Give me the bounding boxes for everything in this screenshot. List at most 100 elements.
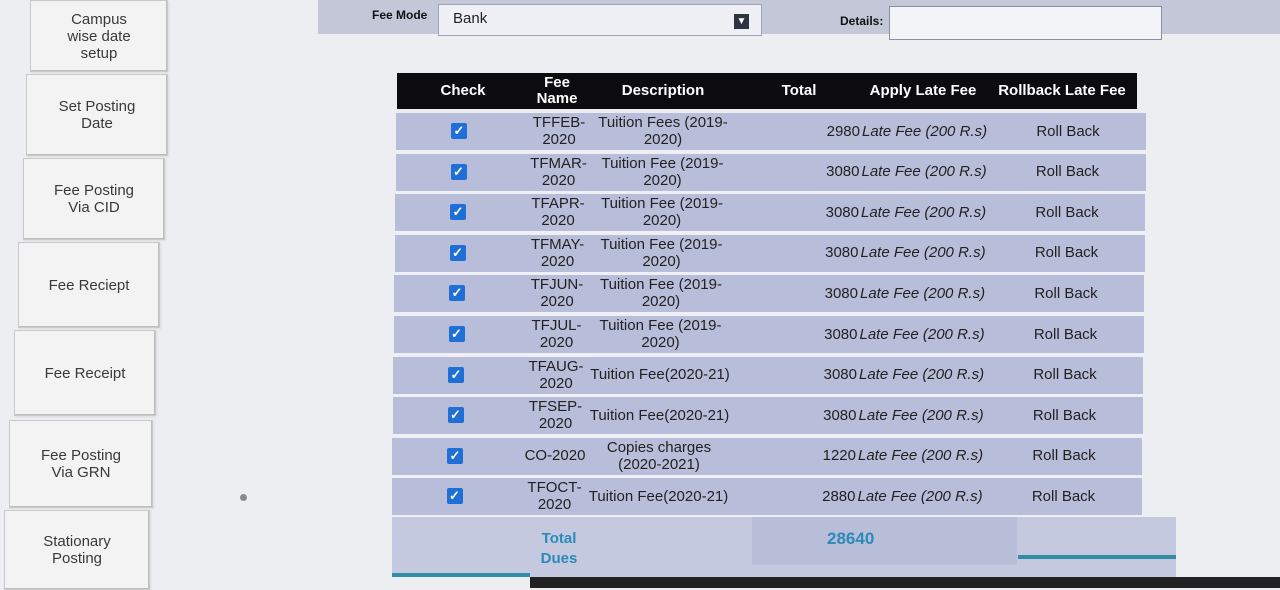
check-icon[interactable]: ✓ [450, 163, 467, 180]
header-apply-late-fee: Apply Late Fee [869, 82, 977, 99]
total-dues-row: Total Dues 28640 [392, 517, 1176, 577]
apply-late-fee-link[interactable]: Late Fee (200 R.s) [860, 316, 1000, 352]
apply-late-fee-link[interactable]: Late Fee (200 R.s) [861, 235, 1001, 271]
check-cell: ✓ [444, 438, 466, 474]
fee-name-cell: CO-2020 [524, 447, 586, 465]
apply-late-fee-link[interactable]: Late Fee (200 R.s) [858, 438, 998, 474]
sidebar-item-fee-posting-via-grn[interactable]: Fee Posting Via GRN [9, 420, 153, 508]
rollback-link[interactable]: Roll Back [1007, 235, 1127, 271]
check-icon[interactable]: ✓ [448, 326, 465, 342]
header-check: Check [440, 82, 486, 99]
check-cell: ✓ [447, 235, 469, 271]
apply-late-fee-link[interactable]: Late Fee (200 R.s) [862, 113, 1002, 149]
check-cell: ✓ [448, 113, 470, 149]
total-cell: 3080 [826, 163, 860, 181]
rollback-link[interactable]: Roll Back [1004, 438, 1124, 474]
check-icon[interactable]: ✓ [450, 204, 466, 221]
check-cell: ✓ [448, 154, 470, 190]
check-icon[interactable]: ✓ [449, 285, 465, 302]
description-cell: Tuition Fee(2020-21) [589, 406, 730, 424]
table-row: ✓ TFJUN-2020 Tuition Fee (2019-2020) 3080 La… [394, 275, 1144, 316]
check-icon[interactable]: ✓ [448, 366, 464, 383]
check-icon[interactable]: ✓ [446, 488, 463, 505]
sidebar-item-stationary-posting[interactable]: Stationary Posting [4, 510, 150, 590]
fee-name-cell: TFAUG-2020 [528, 357, 584, 392]
table-row: ✓ TFMAY-2020 Tuition Fee (2019-2020) 3080 La… [394, 234, 1145, 275]
apply-late-fee-link[interactable]: Late Fee (200 R.s) [858, 478, 998, 514]
header-description: Description [621, 82, 705, 99]
total-cell-bg [752, 517, 1017, 565]
rollback-link[interactable]: Roll Back [1006, 275, 1126, 311]
decorative-dot [240, 494, 247, 501]
sidebar-item-campus-wise-date-setup[interactable]: Campus wise date setup [30, 0, 168, 72]
description-cell: Tuition Fee (2019-2020) [600, 235, 723, 270]
total-cell: 3080 [825, 203, 859, 221]
fee-name-cell: TFFEB-2020 [532, 114, 586, 148]
rollback-link[interactable]: Roll Back [1005, 397, 1125, 433]
total-cell: 3080 [823, 406, 857, 424]
description-cell: Tuition Fee (2019-2020) [599, 317, 722, 351]
rollback-link[interactable]: Roll Back [1006, 316, 1126, 352]
total-cell: 3080 [824, 325, 858, 343]
description-cell: Copies charges (2020-2021) [606, 438, 712, 473]
details-input[interactable] [889, 6, 1162, 40]
total-cell: 3080 [825, 244, 859, 262]
apply-late-fee-link[interactable]: Late Fee (200 R.s) [860, 275, 1000, 311]
sidebar-item-fee-posting-via-cid[interactable]: Fee Posting Via CID [23, 158, 165, 240]
sidebar-item-label: Fee Posting Via GRN [40, 447, 122, 481]
total-cell: 1220 [822, 447, 856, 465]
table-row: ✓ TFJUL-2020 Tuition Fee (2019-2020) 3080 La… [393, 316, 1144, 356]
divider [392, 573, 530, 577]
rollback-link[interactable]: Roll Back [1008, 154, 1128, 190]
sidebar-item-fee-reciept[interactable]: Fee Reciept [18, 242, 160, 328]
apply-late-fee-link[interactable]: Late Fee (200 R.s) [862, 154, 1002, 190]
header-fee-name: Fee Name [536, 74, 578, 107]
table-row: ✓ TFMAR-2020 Tuition Fee (2019-2020) 3080 La… [395, 153, 1146, 194]
description-cell: Tuition Fees (2019-2020) [598, 114, 728, 148]
check-icon[interactable]: ✓ [451, 123, 467, 139]
sidebar-item-label: Campus wise date setup [67, 10, 131, 62]
check-cell: ✓ [447, 194, 469, 230]
total-dues-label: Total Dues [540, 530, 578, 567]
sidebar-item-label: Fee Reciept [48, 276, 130, 294]
sidebar-item-set-posting-date[interactable]: Set Posting Date [26, 74, 168, 156]
rollback-link[interactable]: Roll Back [1008, 113, 1128, 149]
table-row: ✓ TFAUG-2020 Tuition Fee(2020-21) 3080 Late … [393, 356, 1143, 397]
description-cell: Tuition Fee (2019-2020) [600, 195, 723, 230]
chevron-down-icon[interactable]: ▼ [734, 14, 749, 29]
sidebar-item-label: Stationary Posting [43, 533, 111, 567]
rollback-link[interactable]: Roll Back [1005, 357, 1125, 393]
divider [1018, 555, 1176, 559]
table-row: ✓ TFOCT-2020 Tuition Fee(2020-21) 2880 Late … [391, 478, 1142, 519]
details-label: Details: [840, 14, 884, 28]
table-row: ✓ TFAPR-2020 Tuition Fee (2019-2020) 3080 La… [395, 194, 1145, 235]
fee-mode-label: Fee Mode [372, 8, 428, 22]
total-cell: 2980 [826, 122, 860, 140]
description-cell: Tuition Fee(2020-21) [590, 366, 730, 384]
sidebar-item-label: Fee Posting Via CID [53, 182, 135, 216]
fee-name-cell: TFSEP-2020 [528, 398, 583, 433]
rollback-link[interactable]: Roll Back [1007, 194, 1127, 230]
check-cell: ✓ [446, 316, 468, 352]
check-cell: ✓ [444, 478, 466, 514]
sidebar-item-label: Set Posting Date [58, 98, 136, 132]
sidebar-item-fee-receipt[interactable]: Fee Receipt [14, 330, 156, 416]
fee-mode-select[interactable]: Bank ▼ [438, 4, 762, 36]
check-icon[interactable]: ✓ [447, 407, 464, 424]
screen-bezel [530, 577, 1280, 588]
apply-late-fee-link[interactable]: Late Fee (200 R.s) [859, 357, 999, 393]
description-cell: Tuition Fee(2020-21) [588, 487, 729, 505]
fee-name-cell: TFJUL-2020 [531, 317, 582, 351]
check-icon[interactable]: ✓ [449, 244, 466, 261]
sidebar: Campus wise date setup Set Posting Date … [0, 0, 172, 590]
description-cell: Tuition Fee (2019-2020) [599, 276, 722, 311]
fee-mode-value: Bank [453, 10, 488, 27]
check-cell: ✓ [445, 357, 467, 393]
total-dues-value: 28640 [827, 529, 875, 548]
fee-name-cell: TFAPR-2020 [531, 195, 585, 230]
apply-late-fee-link[interactable]: Late Fee (200 R.s) [861, 194, 1001, 230]
check-icon[interactable]: ✓ [447, 447, 463, 464]
table-row: ✓ TFSEP-2020 Tuition Fee(2020-21) 3080 Late … [392, 397, 1143, 438]
rollback-link[interactable]: Roll Back [1004, 478, 1124, 514]
apply-late-fee-link[interactable]: Late Fee (200 R.s) [859, 397, 999, 433]
